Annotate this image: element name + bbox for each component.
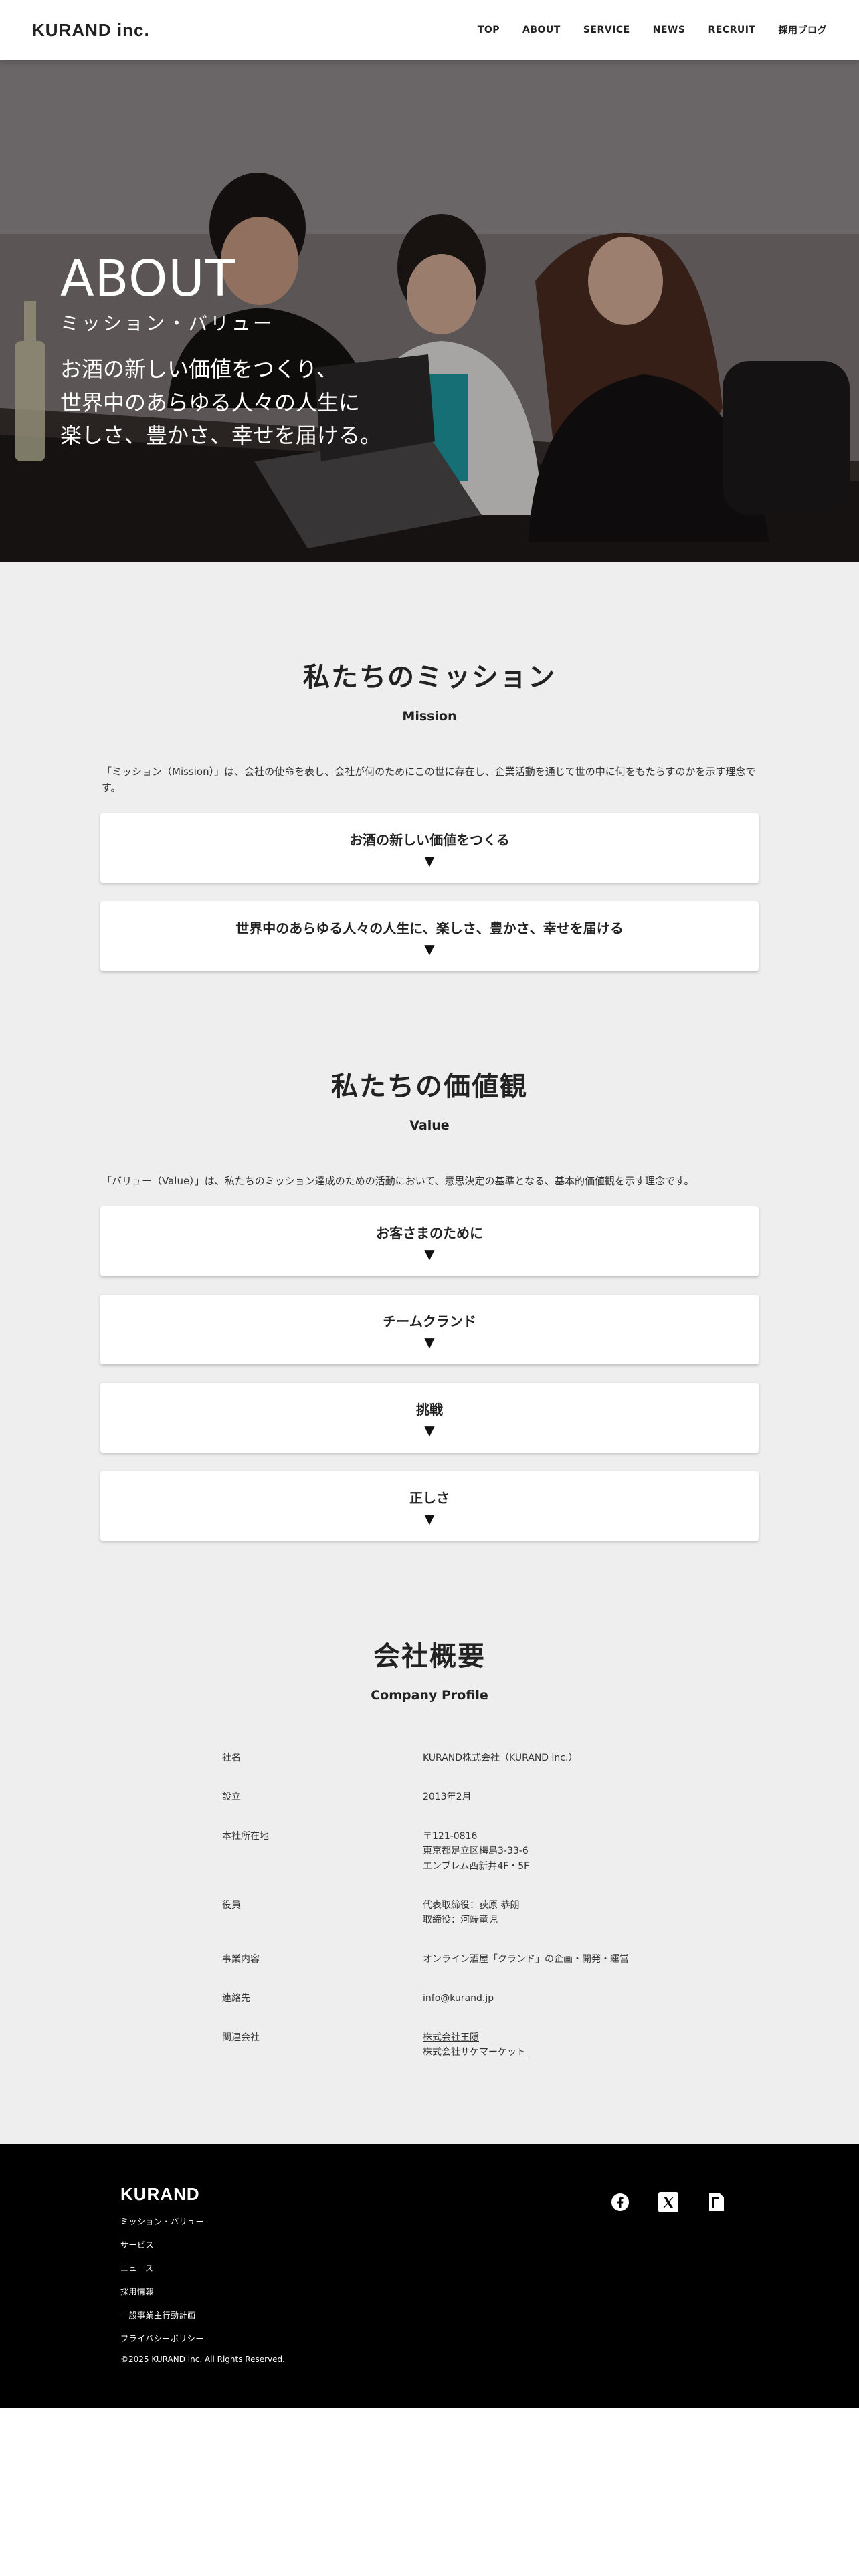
accordion-label: お客さまのために <box>376 1224 483 1241</box>
profile-value-line: info@kurand.jp <box>423 1993 494 2004</box>
nav-recruit[interactable]: RECRUIT <box>708 25 755 35</box>
mission-subtitle: Mission <box>402 709 457 724</box>
triangle-down-icon: ▼ <box>424 852 435 869</box>
mission-accordion-2[interactable]: 世界中のあらゆる人々の人生に、楽しさ、豊かさ、幸せを届ける ▼ <box>100 901 759 971</box>
accordion-label: 挑戦 <box>416 1401 443 1418</box>
footer-link-action-plan[interactable]: 一般事業主行動計画 <box>120 2309 859 2321</box>
mission-section: 私たちのミッション Mission 「ミッション（Mission）」は、会社の使… <box>0 655 859 971</box>
profile-subtitle: Company Profile <box>371 1688 488 1703</box>
profile-row: 連絡先 info@kurand.jp <box>222 1991 637 2006</box>
social-links <box>610 2192 727 2213</box>
hero-message-line: 世界中のあらゆる人々の人生に <box>60 389 361 415</box>
profile-key: 連絡先 <box>222 1993 250 2004</box>
profile-value: 代表取締役：荻原 恭朗 取締役：河端竜児 <box>423 1898 637 1928</box>
profile-key: 本社所在地 <box>222 1830 269 1842</box>
hero-title: ABOUT <box>60 250 236 308</box>
profile-value-line: 取締役：河端竜児 <box>423 1915 498 1926</box>
footer-link-service[interactable]: サービス <box>120 2239 859 2250</box>
footer-link-privacy[interactable]: プライバシーポリシー <box>120 2333 859 2344</box>
profile-value: KURAND株式会社（KURAND inc.） <box>423 1751 637 1765</box>
nav-top[interactable]: TOP <box>478 25 500 35</box>
company-profile-section: 会社概要 Company Profile 社名 KURAND株式会社（KURAN… <box>0 1634 859 2060</box>
footer-link-recruit[interactable]: 採用情報 <box>120 2286 859 2297</box>
profile-key: 関連会社 <box>222 2032 260 2043</box>
profile-value-line: 2013年2月 <box>423 1792 472 1803</box>
accordion-label: チームクランド <box>383 1313 476 1329</box>
footer-link-news[interactable]: ニュース <box>120 2262 859 2274</box>
triangle-down-icon: ▼ <box>424 1245 435 1262</box>
value-accordion-3[interactable]: 挑戦 ▼ <box>100 1383 759 1453</box>
value-section: 私たちの価値観 Value 「バリュー（Value）」は、私たちのミッション達成… <box>0 1065 859 1541</box>
nav-about[interactable]: ABOUT <box>522 25 561 35</box>
site-footer: KURAND ミッション・バリュー サービス ニュース 採用情報 一般事業主行動… <box>0 2144 859 2409</box>
facebook-icon[interactable] <box>610 2192 630 2212</box>
profile-title: 会社概要 <box>373 1641 486 1672</box>
profile-row: 事業内容 オンライン酒屋「クランド」の企画・開発・運営 <box>222 1952 637 1967</box>
accordion-label: 正しさ <box>409 1489 450 1506</box>
triangle-down-icon: ▼ <box>424 1510 435 1527</box>
related-company-link[interactable]: 株式会社王隠 <box>423 2030 637 2045</box>
note-icon[interactable] <box>706 2192 727 2212</box>
hero-subtitle: ミッション・バリュー <box>60 312 275 334</box>
value-accordion-2[interactable]: チームクランド ▼ <box>100 1295 759 1364</box>
profile-value-line: オンライン酒屋「クランド」の企画・開発・運営 <box>423 1953 629 1965</box>
x-icon[interactable] <box>658 2192 678 2213</box>
nav-recruit-blog[interactable]: 採用ブログ <box>779 23 828 37</box>
main-nav: TOP ABOUT SERVICE NEWS RECRUIT 採用ブログ <box>478 23 827 37</box>
nav-service[interactable]: SERVICE <box>583 25 630 35</box>
mission-description: 「ミッション（Mission）」は、会社の使命を表し、会社が何のためにこの世に存… <box>102 766 756 794</box>
profile-value-line: エンブレム西新井4F・5F <box>423 1860 530 1872</box>
profile-value-line: 東京都足立区梅島3-33-6 <box>423 1846 529 1857</box>
mission-title: 私たちのミッション <box>303 662 556 693</box>
profile-value-line: KURAND株式会社（KURAND inc.） <box>423 1753 578 1763</box>
triangle-down-icon: ▼ <box>424 940 435 957</box>
main-content: 私たちのミッション Mission 「ミッション（Mission）」は、会社の使… <box>0 562 859 2145</box>
profile-value-line: 代表取締役：荻原 恭朗 <box>423 1899 520 1911</box>
profile-value: オンライン酒屋「クランド」の企画・開発・運営 <box>423 1952 637 1967</box>
profile-key: 社名 <box>222 1753 241 1763</box>
triangle-down-icon: ▼ <box>424 1422 435 1438</box>
copyright: ©2025 KURAND inc. All Rights Reserved. <box>120 2355 285 2365</box>
value-accordion-4[interactable]: 正しさ ▼ <box>100 1471 759 1541</box>
profile-value-line: 〒121-0816 <box>423 1830 478 1842</box>
profile-row: 社名 KURAND株式会社（KURAND inc.） <box>222 1751 637 1765</box>
profile-row: 設立 2013年2月 <box>222 1790 637 1804</box>
triangle-down-icon: ▼ <box>424 1333 435 1350</box>
profile-value: info@kurand.jp <box>423 1991 637 2006</box>
profile-key: 役員 <box>222 1899 241 1911</box>
profile-value: 株式会社王隠 株式会社サケマーケット <box>423 2030 637 2060</box>
value-accordion-1[interactable]: お客さまのために ▼ <box>100 1206 759 1276</box>
related-company-link[interactable]: 株式会社サケマーケット <box>423 2045 637 2060</box>
site-logo[interactable]: KURAND inc. <box>32 20 150 41</box>
profile-table: 社名 KURAND株式会社（KURAND inc.） 設立 2013年2月 本社… <box>222 1751 637 2060</box>
value-description: 「バリュー（Value）」は、私たちのミッション達成のための活動において、意思決… <box>102 1175 694 1187</box>
footer-link-mission[interactable]: ミッション・バリュー <box>120 2216 859 2227</box>
profile-row: 関連会社 株式会社王隠 株式会社サケマーケット <box>222 2030 637 2060</box>
hero-message: お酒の新しい価値をつくり、 世界中のあらゆる人々の人生に 楽しさ、豊かさ、幸せを… <box>60 353 381 453</box>
profile-key: 設立 <box>222 1792 241 1803</box>
hero-section: ABOUT ミッション・バリュー お酒の新しい価値をつくり、 世界中のあらゆる人… <box>0 60 859 562</box>
profile-value: 〒121-0816 東京都足立区梅島3-33-6 エンブレム西新井4F・5F <box>423 1829 637 1874</box>
nav-news[interactable]: NEWS <box>653 25 686 35</box>
profile-key: 事業内容 <box>222 1953 260 1965</box>
mission-accordion-1[interactable]: お酒の新しい価値をつくる ▼ <box>100 813 759 883</box>
profile-row: 役員 代表取締役：荻原 恭朗 取締役：河端竜児 <box>222 1898 637 1928</box>
profile-row: 本社所在地 〒121-0816 東京都足立区梅島3-33-6 エンブレム西新井4… <box>222 1829 637 1874</box>
hero-message-line: 楽しさ、豊かさ、幸せを届ける。 <box>60 423 382 449</box>
value-title: 私たちの価値観 <box>331 1071 528 1102</box>
accordion-label: 世界中のあらゆる人々の人生に、楽しさ、豊かさ、幸せを届ける <box>235 920 624 936</box>
hero-text: ABOUT ミッション・バリュー お酒の新しい価値をつくり、 世界中のあらゆる人… <box>60 254 381 453</box>
profile-value: 2013年2月 <box>423 1790 637 1804</box>
footer-logo[interactable]: KURAND <box>120 2184 859 2205</box>
accordion-label: お酒の新しい価値をつくる <box>349 831 510 848</box>
value-subtitle: Value <box>409 1118 450 1133</box>
hero-message-line: お酒の新しい価値をつくり、 <box>60 356 338 382</box>
site-header: KURAND inc. TOP ABOUT SERVICE NEWS RECRU… <box>0 0 859 60</box>
